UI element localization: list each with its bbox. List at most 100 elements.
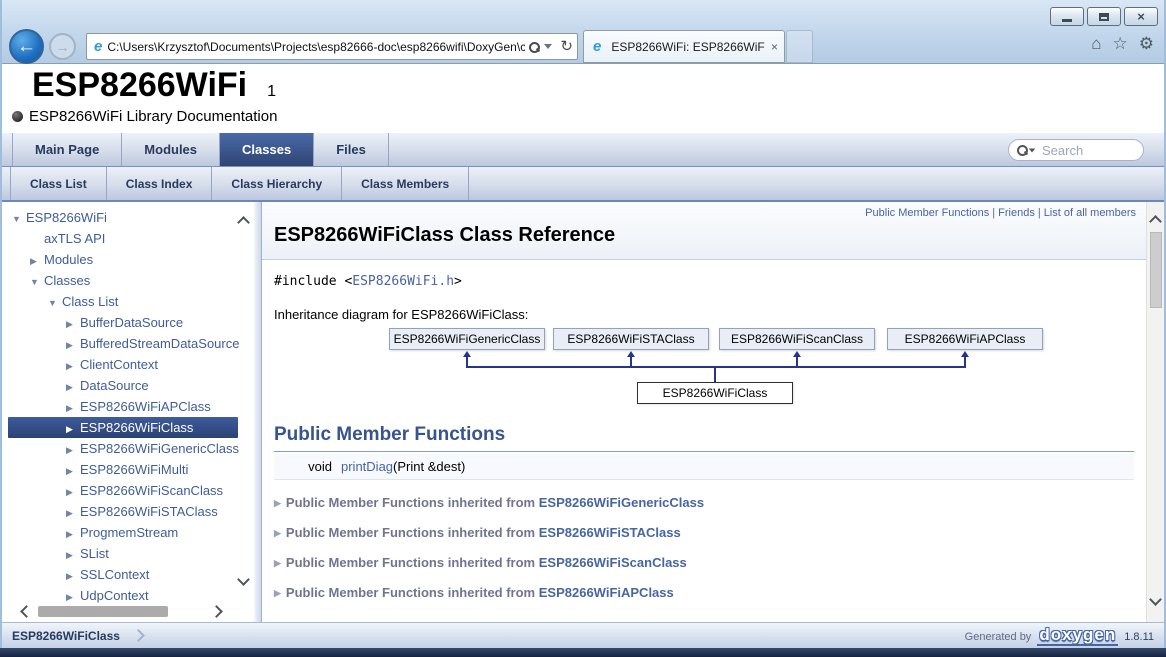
home-icon[interactable]: ⌂ [1091, 35, 1101, 52]
horizontal-scrollbar[interactable] [2, 604, 240, 620]
search-input[interactable] [1042, 143, 1132, 158]
favorites-star-icon[interactable]: ☆ [1113, 35, 1128, 52]
diagram-box-genericclass[interactable]: ESP8266WiFiGenericClass [389, 328, 545, 350]
restore-button[interactable] [1087, 7, 1121, 26]
chevron-collapsed-icon[interactable]: ▶ [66, 566, 80, 587]
chevron-collapsed-icon[interactable]: ▶ [30, 251, 44, 272]
sidebar-item-udpcontext[interactable]: ▶UdpContext [8, 585, 238, 606]
tab-class-list[interactable]: Class List [10, 167, 107, 200]
sidebar-item-label: ESP8266WiFiMulti [80, 462, 188, 477]
chevron-collapsed-icon[interactable]: ▶ [66, 356, 80, 377]
scrollbar-thumb[interactable] [38, 606, 168, 617]
forward-button[interactable]: → [49, 33, 76, 60]
tab-class-hierarchy[interactable]: Class Hierarchy [212, 167, 342, 200]
inherited-section-apclass[interactable]: ▶Public Member Functions inherited from … [274, 580, 1134, 600]
settings-gear-icon[interactable]: ⚙ [1139, 35, 1154, 52]
page-body: ▼ESP8266WiFi axTLS API ▶Modules ▼Classes… [2, 202, 1164, 622]
chevron-collapsed-icon[interactable]: ▶ [66, 419, 80, 440]
inherited-class-link[interactable]: ESP8266WiFiGenericClass [539, 495, 704, 510]
diagram-line [466, 366, 966, 368]
sidebar-item-classes[interactable]: ▼Classes [8, 270, 238, 291]
scroll-up-icon[interactable] [1149, 215, 1162, 228]
inherited-section-staclass[interactable]: ▶Public Member Functions inherited from … [274, 520, 1134, 540]
sidebar-item-bufferdatasource[interactable]: ▶BufferDataSource [8, 312, 238, 333]
new-tab-button[interactable] [786, 30, 813, 63]
chevron-expanded-icon[interactable]: ▼ [48, 293, 62, 314]
url-text[interactable]: C:\Users\Krzysztof\Documents\Projects\es… [107, 40, 525, 54]
summary-link-all-members[interactable]: List of all members [1044, 207, 1136, 219]
sidebar-item-esp8266wifistaclass[interactable]: ▶ESP8266WiFiSTAClass [8, 501, 238, 522]
chevron-collapsed-icon[interactable]: ▶ [66, 545, 80, 566]
diagram-box-scanclass[interactable]: ESP8266WiFiScanClass [719, 328, 875, 350]
sidebar-item-label: Modules [44, 252, 93, 267]
browser-tab[interactable]: e ESP8266WiFi: ESP8266WiFi... × [583, 30, 785, 63]
diagram-box-wificlass: ESP8266WiFiClass [637, 382, 793, 404]
sidebar-item-progmemstream[interactable]: ▶ProgmemStream [8, 522, 238, 543]
scroll-down-icon[interactable] [1149, 593, 1162, 606]
search-box[interactable] [1008, 139, 1144, 161]
tab-close-icon[interactable]: × [771, 40, 778, 54]
sidebar-item-esp8266wifi[interactable]: ▼ESP8266WiFi [8, 207, 238, 228]
sidebar-item-esp8266wificlass[interactable]: ▶ESP8266WiFiClass [8, 417, 238, 438]
member-name-link[interactable]: printDiag [341, 459, 393, 474]
back-button[interactable]: ← [9, 29, 44, 64]
tab-class-members[interactable]: Class Members [342, 167, 469, 200]
inherited-class-link[interactable]: ESP8266WiFiSTAClass [539, 525, 681, 540]
refresh-icon[interactable]: ↻ [560, 39, 573, 54]
diagram-box-staclass[interactable]: ESP8266WiFiSTAClass [553, 328, 709, 350]
inherited-section-genericclass[interactable]: ▶Public Member Functions inherited from … [274, 490, 1134, 510]
scroll-left-icon[interactable] [20, 605, 33, 618]
summary-link-friends[interactable]: Friends [998, 207, 1035, 219]
chevron-down-icon[interactable] [544, 44, 552, 49]
inherited-section-scanclass[interactable]: ▶Public Member Functions inherited from … [274, 550, 1134, 570]
tab-main-page[interactable]: Main Page [12, 133, 122, 166]
chevron-collapsed-icon[interactable]: ▶ [66, 461, 80, 482]
inherited-class-link[interactable]: ESP8266WiFiAPClass [539, 585, 674, 600]
sidebar-item-datasource[interactable]: ▶DataSource [8, 375, 238, 396]
chevron-collapsed-icon[interactable]: ▶ [66, 335, 80, 356]
sidebar-item-esp8266wifiscanclass[interactable]: ▶ESP8266WiFiScanClass [8, 480, 238, 501]
tab-class-index[interactable]: Class Index [107, 167, 213, 200]
sidebar-item-esp8266wifigenericclass[interactable]: ▶ESP8266WiFiGenericClass [8, 438, 238, 459]
chevron-down-icon[interactable] [1029, 148, 1035, 152]
inherited-class-link[interactable]: ESP8266WiFiScanClass [539, 555, 687, 570]
diagram-box-apclass[interactable]: ESP8266WiFiAPClass [887, 328, 1043, 350]
tab-files[interactable]: Files [314, 133, 389, 166]
tab-modules[interactable]: Modules [122, 133, 220, 166]
breadcrumb-item[interactable]: ESP8266WiFiClass [12, 629, 120, 643]
chevron-collapsed-icon[interactable]: ▶ [66, 314, 80, 335]
search-icon[interactable] [529, 42, 539, 52]
chevron-expanded-icon[interactable]: ▼ [12, 209, 26, 230]
address-bar[interactable]: e C:\Users\Krzysztof\Documents\Projects\… [86, 33, 578, 60]
summary-link-public-members[interactable]: Public Member Functions [865, 207, 989, 219]
tab-classes[interactable]: Classes [220, 133, 314, 166]
sidebar-item-clientcontext[interactable]: ▶ClientContext [8, 354, 238, 375]
doxygen-logo[interactable]: doxygen [1037, 626, 1118, 646]
sidebar-item-axtls-api[interactable]: axTLS API [8, 228, 238, 249]
sidebar-item-esp8266wifimulti[interactable]: ▶ESP8266WiFiMulti [8, 459, 238, 480]
chevron-collapsed-icon[interactable]: ▶ [66, 482, 80, 503]
sidebar-item-label: ProgmemStream [80, 525, 178, 540]
minimize-button[interactable] [1050, 7, 1084, 26]
chevron-collapsed-icon[interactable]: ▶ [66, 440, 80, 461]
include-line: #include <ESP8266WiFi.h> [274, 274, 1134, 289]
sidebar-item-class-list[interactable]: ▼Class List [8, 291, 238, 312]
vertical-scrollbar[interactable] [1146, 202, 1164, 622]
sidebar-splitter[interactable] [254, 202, 262, 622]
include-file-link[interactable]: ESP8266WiFi.h [352, 274, 454, 289]
chevron-collapsed-icon[interactable]: ▶ [66, 377, 80, 398]
chevron-collapsed-icon[interactable]: ▶ [66, 398, 80, 419]
chevron-collapsed-icon: ▶ [274, 528, 281, 538]
chevron-collapsed-icon[interactable]: ▶ [66, 503, 80, 524]
scrollbar-thumb[interactable] [1150, 232, 1162, 308]
sidebar-item-sslcontext[interactable]: ▶SSLContext [8, 564, 238, 585]
sidebar-item-slist[interactable]: ▶SList [8, 543, 238, 564]
sidebar-item-esp8266wifiapclass[interactable]: ▶ESP8266WiFiAPClass [8, 396, 238, 417]
close-button[interactable]: × [1124, 7, 1158, 26]
chevron-collapsed-icon[interactable]: ▶ [66, 524, 80, 545]
chevron-expanded-icon[interactable]: ▼ [30, 272, 44, 293]
sidebar-item-modules[interactable]: ▶Modules [8, 249, 238, 270]
sidebar-item-label: ClientContext [80, 357, 158, 372]
sidebar-item-bufferedstreamdatasource[interactable]: ▶BufferedStreamDataSource [8, 333, 238, 354]
scroll-right-icon[interactable] [210, 605, 223, 618]
